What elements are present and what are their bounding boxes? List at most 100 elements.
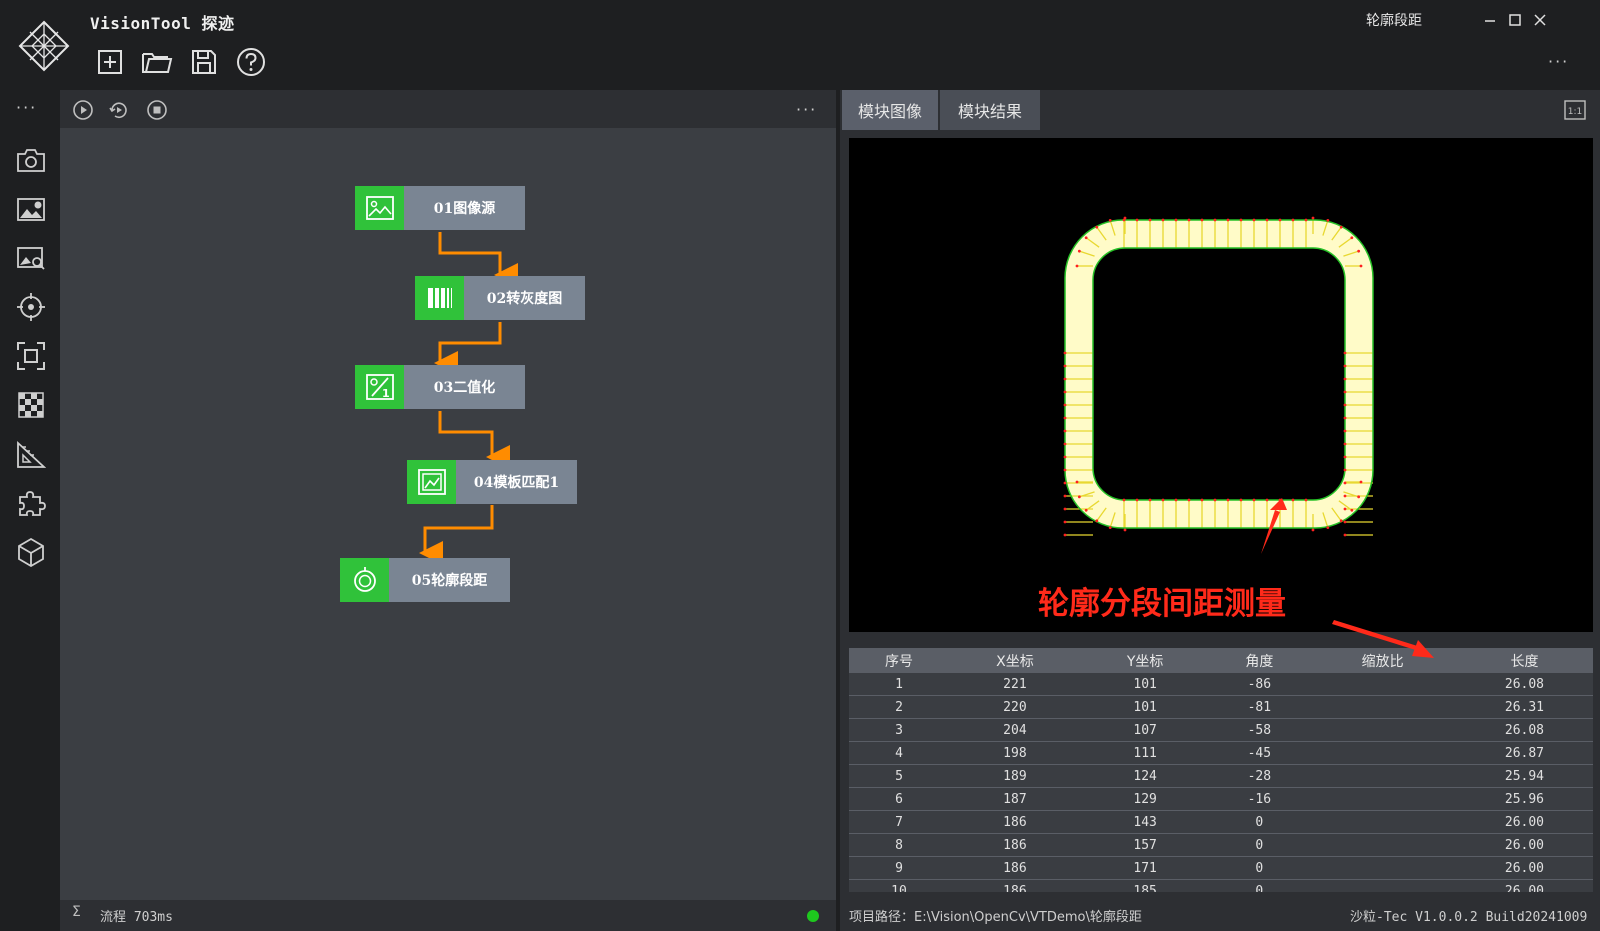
tab-module-image[interactable]: 模块图像 (842, 90, 938, 130)
flow-status-bar (60, 900, 836, 931)
table-cell: 3 (849, 718, 949, 742)
project-path: 项目路径：E:\Vision\OpenCv\VTDemo\轮廓段距 (849, 910, 1142, 925)
table-cell: 204 (948, 718, 1081, 742)
table-cell: 171 (1080, 856, 1210, 880)
table-cell: 101 (1080, 695, 1210, 719)
table-cell: 129 (1080, 787, 1210, 811)
column-header[interactable]: 序号 (849, 648, 949, 673)
results-table[interactable]: 序号 X坐标 Y坐标 角度 缩放比 长度 1 221 101 -86 26.08 2 220 101 -8… (849, 648, 1593, 892)
annotation-label: 轮廓分段间距测量 (1038, 586, 1286, 622)
actual-size-button[interactable]: 1:1 (1564, 100, 1586, 120)
grayscale-icon (415, 276, 464, 320)
column-header[interactable]: Y坐标 (1080, 648, 1210, 673)
table-cell: 26.87 (1455, 741, 1593, 765)
connector-1-2 (438, 232, 518, 287)
table-cell (1309, 718, 1456, 742)
table-row[interactable]: 9 186 171 0 26.00 (849, 856, 1593, 880)
table-cell (1309, 673, 1456, 696)
table-cell: 26.08 (1455, 673, 1593, 696)
table-header-row: 序号 X坐标 Y坐标 角度 缩放比 长度 (849, 648, 1593, 673)
table-cell: 221 (948, 673, 1081, 696)
table-cell: 111 (1080, 741, 1210, 765)
flow-node-template-match[interactable]: 04模板匹配1 (407, 460, 577, 504)
table-cell: 186 (948, 833, 1081, 857)
column-header[interactable]: X坐标 (948, 648, 1081, 673)
table-row[interactable]: 8 186 157 0 26.00 (849, 833, 1593, 857)
svg-text:1: 1 (382, 387, 390, 400)
table-row[interactable]: 2 220 101 -81 26.31 (849, 695, 1593, 719)
table-cell: 26.00 (1455, 833, 1593, 857)
table-cell: 26.00 (1455, 856, 1593, 880)
table-cell: 187 (948, 787, 1081, 811)
table-cell: 4 (849, 741, 949, 765)
close-button[interactable] (1528, 10, 1552, 30)
connector-4-5 (419, 505, 494, 565)
maximize-icon (1509, 14, 1521, 26)
table-cell: 26.08 (1455, 718, 1593, 742)
table-cell: 26.00 (1455, 810, 1593, 834)
table-cell: 8 (849, 833, 949, 857)
table-cell (1309, 695, 1456, 719)
minimize-button[interactable] (1478, 10, 1502, 30)
table-body: 1 221 101 -86 26.08 2 220 101 -81 26.31 3 204 107 -58… (849, 673, 1593, 892)
table-cell (1309, 856, 1456, 880)
table-cell: 25.96 (1455, 787, 1593, 811)
titlebar-more-button[interactable]: ··· (1548, 52, 1569, 71)
table-cell: 107 (1080, 718, 1210, 742)
table-cell: 0 (1209, 810, 1310, 834)
flow-node-label: 04模板匹配1 (456, 460, 577, 504)
flow-node-grayscale[interactable]: 02转灰度图 (415, 276, 585, 320)
table-cell: 186 (948, 810, 1081, 834)
table-cell: 185 (1080, 879, 1210, 892)
module-image-view[interactable] (849, 138, 1593, 632)
flow-run-time: 流程 703ms (100, 910, 173, 925)
window-title: 轮廓段距 (1366, 13, 1422, 29)
maximize-button[interactable] (1503, 10, 1527, 30)
table-cell (1309, 879, 1456, 892)
connector-3-4 (438, 411, 510, 469)
table-cell: 143 (1080, 810, 1210, 834)
table-cell (1309, 833, 1456, 857)
actual-size-icon: 1:1 (1564, 100, 1586, 120)
table-cell: 124 (1080, 764, 1210, 788)
minimize-icon (1485, 20, 1495, 22)
flow-node-contour-distance[interactable]: 05轮廓段距 (340, 558, 510, 602)
table-cell: 101 (1080, 673, 1210, 696)
flow-node-label: 01图像源 (404, 186, 525, 230)
flow-node-label: 02转灰度图 (464, 276, 585, 320)
table-cell: 25.94 (1455, 764, 1593, 788)
table-row[interactable]: 3 204 107 -58 26.08 (849, 718, 1593, 742)
contour-icon (340, 558, 389, 602)
column-header[interactable]: 长度 (1455, 648, 1593, 673)
flow-node-binarize[interactable]: 1 03二值化 (355, 365, 525, 409)
column-header[interactable]: 角度 (1209, 648, 1310, 673)
table-cell: 10 (849, 879, 949, 892)
table-cell: 5 (849, 764, 949, 788)
table-row[interactable]: 1 221 101 -86 26.08 (849, 673, 1593, 696)
table-cell: 7 (849, 810, 949, 834)
flow-node-image-source[interactable]: 01图像源 (355, 186, 525, 230)
table-cell: 26.31 (1455, 695, 1593, 719)
table-cell (1309, 787, 1456, 811)
table-cell: 186 (948, 856, 1081, 880)
status-indicator (807, 910, 819, 922)
svg-text:1:1: 1:1 (1568, 107, 1582, 117)
table-cell: 2 (849, 695, 949, 719)
table-cell: 186 (948, 879, 1081, 892)
flow-node-label: 03二值化 (404, 365, 525, 409)
table-cell: -28 (1209, 764, 1310, 788)
table-row[interactable]: 10 186 185 0 26.00 (849, 879, 1593, 892)
table-cell: 6 (849, 787, 949, 811)
table-row[interactable]: 5 189 124 -28 25.94 (849, 764, 1593, 788)
image-icon (355, 186, 404, 230)
table-cell: 157 (1080, 833, 1210, 857)
annotation-arrow-right (1332, 620, 1434, 658)
table-row[interactable]: 7 186 143 0 26.00 (849, 810, 1593, 834)
binarize-icon: 1 (355, 365, 404, 409)
table-row[interactable]: 4 198 111 -45 26.87 (849, 741, 1593, 765)
table-cell: 0 (1209, 833, 1310, 857)
contour-result-image (1063, 216, 1374, 554)
tab-module-result[interactable]: 模块结果 (940, 90, 1040, 130)
table-row[interactable]: 6 187 129 -16 25.96 (849, 787, 1593, 811)
table-cell (1309, 741, 1456, 765)
